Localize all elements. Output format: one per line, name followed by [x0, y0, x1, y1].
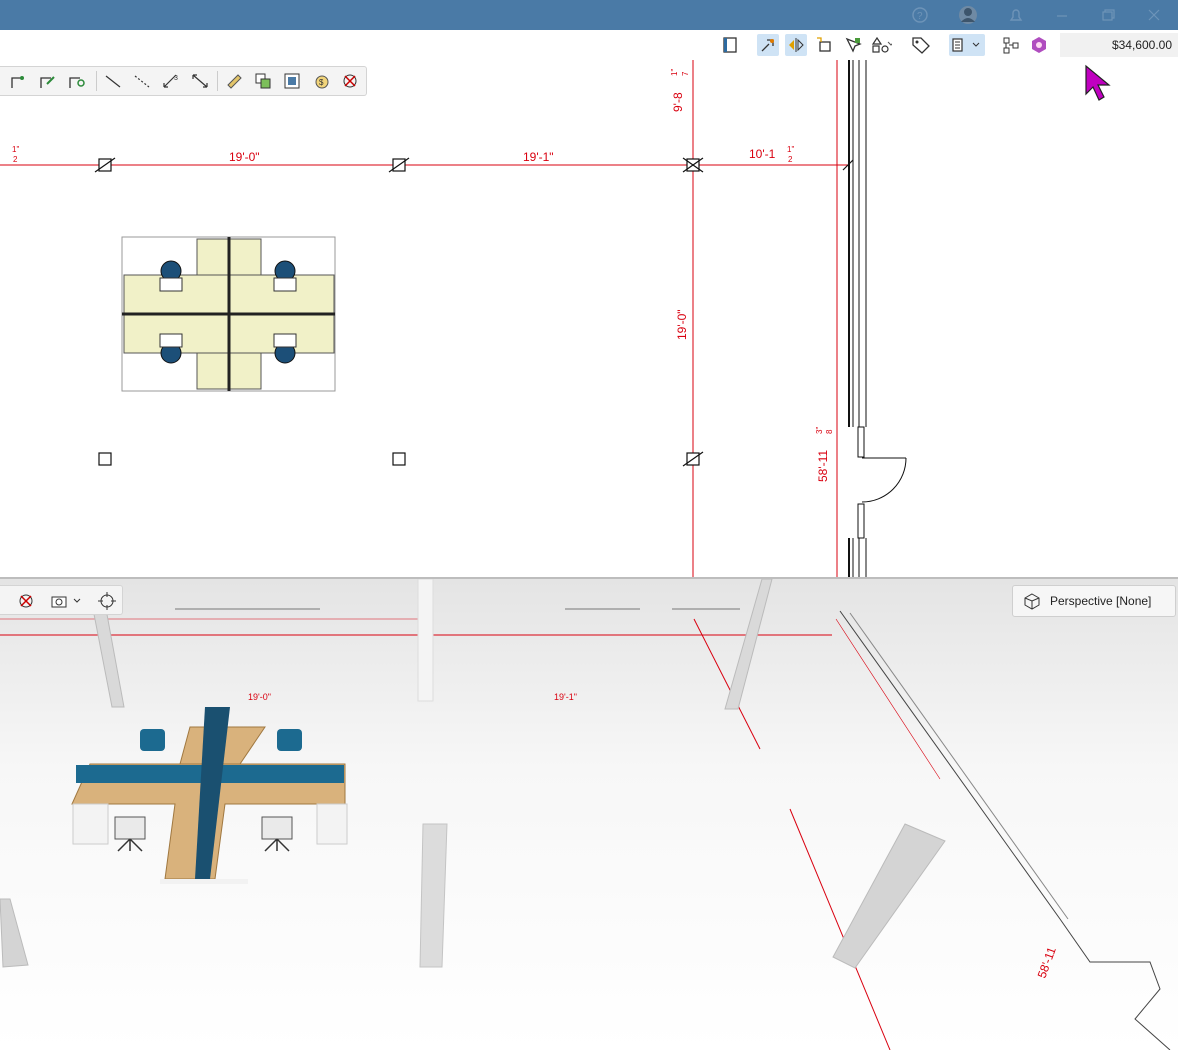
help-icon[interactable]: ? — [909, 4, 931, 26]
mouse-cursor-icon — [1085, 64, 1111, 101]
3d-view[interactable]: 19'-0" 19'-1" 58'-11 Perspective [None] — [0, 579, 1178, 1050]
edit-wall-icon[interactable] — [37, 70, 59, 92]
wall — [848, 60, 867, 578]
snap-tool[interactable] — [757, 34, 779, 56]
3d-dimension-label: 19'-0" — [248, 692, 271, 702]
measure-icon[interactable] — [189, 70, 211, 92]
list-view-icon — [952, 38, 980, 52]
copy-icon[interactable] — [252, 70, 274, 92]
mirror-tool[interactable] — [785, 34, 807, 56]
dimension-label: 9'-8 — [671, 92, 685, 112]
dimension-fraction: 2 — [13, 155, 18, 164]
perspective-selector[interactable]: Perspective [None] — [1012, 585, 1176, 617]
dimension-fraction: 3" — [815, 427, 824, 434]
workstation-cluster[interactable] — [121, 236, 336, 392]
plan-canvas[interactable]: 19'-0" 19'-1" 10'-1 1" 2 1" 2 19'-0" 58'… — [0, 60, 1178, 578]
list-view-tool[interactable] — [949, 34, 985, 56]
svg-text:$: $ — [319, 78, 324, 87]
handle[interactable] — [392, 452, 406, 466]
3d-dimension-label: 19'-1" — [554, 692, 577, 702]
minimize-icon[interactable] — [1051, 4, 1073, 26]
dimension-fraction: 1" — [12, 145, 19, 154]
dimension-fraction: 1" — [670, 69, 679, 76]
dimension-fraction: 1" — [787, 145, 794, 154]
title-bar: ? — [0, 0, 1178, 30]
notification-icon[interactable] — [1005, 4, 1027, 26]
select-filter-icon[interactable] — [842, 34, 864, 56]
3d-canvas[interactable]: 19'-0" 19'-1" 58'-11 — [0, 579, 1178, 1050]
book-icon[interactable] — [719, 34, 741, 56]
toolbar-separator — [96, 71, 97, 91]
camera-icon[interactable] — [48, 590, 84, 612]
network-icon[interactable] — [1000, 34, 1022, 56]
dashed-line-icon[interactable] — [131, 70, 153, 92]
delete-icon[interactable] — [15, 590, 37, 612]
3d-workstation-cluster[interactable] — [71, 707, 348, 884]
shapes-icon[interactable] — [870, 34, 892, 56]
total-price: $34,600.00 — [1060, 33, 1178, 57]
restore-icon[interactable] — [1097, 4, 1119, 26]
main-toolbar: $34,600.00 — [0, 30, 1178, 61]
mirror-icon — [789, 38, 804, 52]
user-avatar-icon[interactable] — [957, 4, 979, 26]
close-icon[interactable] — [1143, 4, 1165, 26]
svg-text:3: 3 — [174, 75, 178, 82]
ruler-icon[interactable] — [223, 70, 245, 92]
plan-view[interactable]: 19'-0" 19'-1" 10'-1 1" 2 1" 2 19'-0" 58'… — [0, 60, 1178, 578]
dimension-fraction: 8 — [825, 429, 834, 434]
dimension-label: 19'-1" — [523, 150, 554, 164]
view3d-toolbar — [0, 585, 123, 615]
perspective-label: Perspective [None] — [1050, 594, 1152, 608]
dimension-label: 19'-0" — [229, 150, 260, 164]
snap-icon — [761, 39, 774, 52]
delete-icon[interactable] — [339, 70, 361, 92]
dimension-label: 58'-11 — [816, 450, 830, 482]
handle[interactable] — [98, 452, 112, 466]
focus-icon[interactable] — [96, 590, 118, 612]
tag-icon[interactable] — [910, 34, 932, 56]
dimension-fraction: 7 — [681, 71, 690, 76]
group-icon[interactable] — [281, 70, 303, 92]
3d-dimension-label: 58'-11 — [1035, 945, 1059, 980]
svg-text:?: ? — [917, 11, 923, 22]
cube-icon — [1024, 593, 1040, 610]
toolbar-separator — [217, 71, 218, 91]
door — [861, 457, 907, 503]
wall-settings-icon[interactable] — [66, 70, 88, 92]
draw-wall-icon[interactable] — [8, 70, 30, 92]
dimension-label: 10'-1 — [749, 147, 776, 161]
render-icon[interactable] — [1028, 34, 1050, 56]
dimension-label: 19'-0" — [675, 309, 689, 340]
dimension-icon[interactable]: 3 — [160, 70, 182, 92]
price-icon[interactable]: $ — [310, 70, 332, 92]
drawing-toolbar: 3 $ — [0, 66, 367, 96]
line-icon[interactable] — [102, 70, 124, 92]
box-select-icon[interactable] — [814, 34, 836, 56]
dimension-fraction: 2 — [788, 155, 793, 164]
